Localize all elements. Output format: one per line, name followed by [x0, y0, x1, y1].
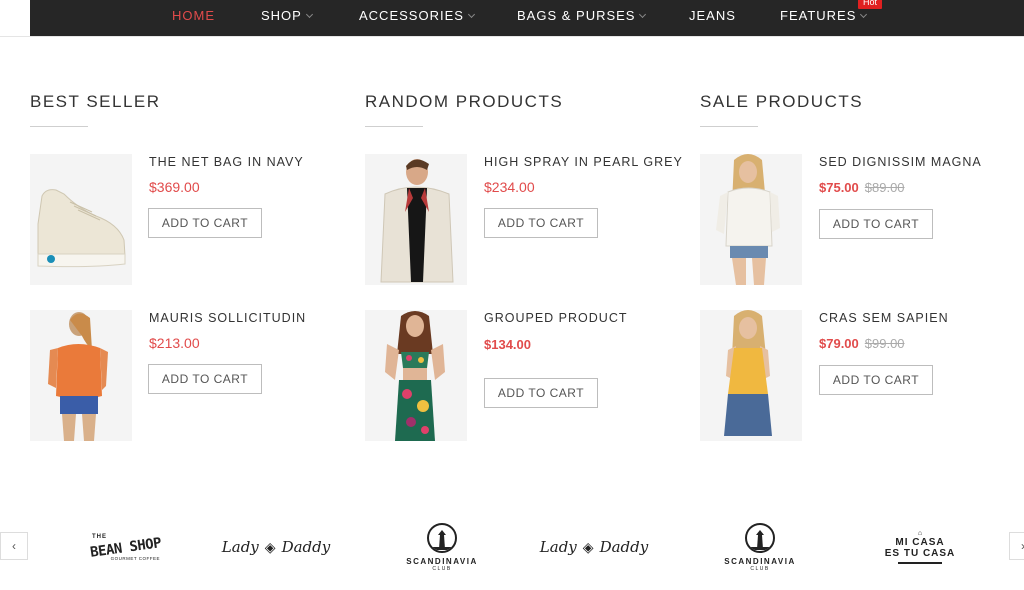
add-to-cart-button[interactable]: ADD TO CART — [148, 364, 262, 394]
product-name[interactable]: HIGH SPRAY IN PEARL GREY — [484, 155, 683, 169]
divider-line — [898, 562, 942, 564]
section-title-sale-products: SALE PRODUCTS — [700, 92, 864, 111]
nav-item-accessories[interactable]: ACCESSORIES — [359, 8, 475, 23]
main-nav: HOME SHOP ACCESSORIES BAGS & PURSES JEAN… — [30, 0, 1024, 36]
lighthouse-icon — [427, 522, 457, 553]
product-name[interactable]: MAURIS SOLLICITUDIN — [149, 311, 306, 325]
brand-logo-text: ES TU CASA — [884, 548, 956, 559]
chevron-down-icon — [860, 10, 868, 19]
section-divider — [700, 126, 758, 127]
product-price: $369.00 — [149, 179, 200, 195]
product-name[interactable]: GROUPED PRODUCT — [484, 311, 627, 325]
brand-logo-text: Daddy — [599, 538, 649, 556]
product-name[interactable]: THE NET BAG IN NAVY — [149, 155, 304, 169]
orange-top-image[interactable] — [30, 310, 132, 441]
house-icon: ⌂ — [917, 530, 923, 537]
chevron-down-icon — [305, 10, 313, 19]
section-divider — [365, 126, 423, 127]
product-name[interactable]: SED DIGNISSIM MAGNA — [819, 155, 982, 169]
nav-item-label: SHOP — [261, 8, 302, 23]
brand-logo-text: MI CASA — [895, 537, 945, 548]
add-to-cart-button[interactable]: ADD TO CART — [819, 209, 933, 239]
chevron-left-icon: ‹ — [12, 539, 16, 553]
brand-logo-text: SCANDINAVIA — [406, 556, 478, 566]
nav-item-jeans[interactable]: JEANS — [689, 8, 736, 23]
carousel-prev-button[interactable]: ‹ — [0, 532, 28, 560]
nav-item-shop[interactable]: SHOP — [261, 8, 313, 23]
section-divider — [30, 126, 88, 127]
add-to-cart-button[interactable]: ADD TO CART — [148, 208, 262, 238]
product-name[interactable]: CRAS SEM SAPIEN — [819, 311, 949, 325]
brand-logo-text: Lady — [221, 538, 259, 556]
chevron-down-icon — [467, 10, 475, 19]
product-price: $75.00 $89.00 — [819, 180, 905, 195]
old-price: $99.00 — [864, 336, 905, 351]
section-title-random-products: RANDOM PRODUCTS — [365, 92, 564, 111]
brand-logo-text: CLUB — [750, 565, 770, 572]
sneaker-image[interactable] — [30, 154, 132, 285]
lighthouse-icon — [745, 522, 775, 553]
old-price: $89.00 — [864, 180, 905, 195]
product-price: $213.00 — [149, 335, 200, 351]
corset-icon: ◈ — [582, 538, 594, 555]
brand-logo-lady-daddy[interactable]: Lady ◈ Daddy — [540, 532, 648, 562]
product-price: $134.00 — [484, 337, 531, 352]
nav-item-bags-purses[interactable]: BAGS & PURSES — [517, 8, 647, 23]
nav-item-home[interactable]: HOME — [172, 8, 215, 23]
brand-logo-bean-shop[interactable]: THE BEAN SHOP GOURMET COFFEE — [88, 524, 164, 570]
white-shirt-image[interactable] — [700, 154, 802, 285]
brand-logo-text: CLUB — [432, 565, 452, 572]
yellow-top-image[interactable] — [700, 310, 802, 441]
brand-logo-text: Daddy — [281, 538, 331, 556]
brand-logo-mi-casa[interactable]: ⌂ MI CASA ES TU CASA — [884, 518, 956, 576]
nav-item-label: FEATURES — [780, 8, 857, 23]
nav-divider — [0, 36, 1024, 37]
brand-logo-lady-daddy[interactable]: Lady ◈ Daddy — [222, 532, 330, 562]
nav-item-features[interactable]: FEATURES — [780, 8, 868, 23]
product-price: $79.00 $99.00 — [819, 336, 905, 351]
carousel-next-button[interactable]: › — [1009, 532, 1024, 560]
hot-badge: Hot — [858, 0, 883, 9]
brand-logo-scandinavia-club[interactable]: SCANDINAVIA CLUB — [714, 517, 806, 577]
chevron-down-icon — [639, 10, 647, 19]
section-title-best-seller: BEST SELLER — [30, 92, 161, 111]
nav-item-label: BAGS & PURSES — [517, 8, 636, 23]
sale-price: $79.00 — [819, 336, 859, 351]
brand-logo-scandinavia-club[interactable]: SCANDINAVIA CLUB — [396, 517, 488, 577]
jacket-man-image[interactable] — [365, 154, 467, 285]
add-to-cart-button[interactable]: ADD TO CART — [484, 378, 598, 408]
nav-item-label: ACCESSORIES — [359, 8, 464, 23]
brand-logo-text: Lady — [539, 538, 577, 556]
add-to-cart-button[interactable]: ADD TO CART — [484, 208, 598, 238]
sale-price: $75.00 — [819, 180, 859, 195]
corset-icon: ◈ — [264, 538, 276, 555]
floral-set-image[interactable] — [365, 310, 467, 441]
brand-logo-text: SCANDINAVIA — [724, 556, 796, 566]
brand-logo-text: THE — [92, 533, 107, 540]
product-price: $234.00 — [484, 179, 535, 195]
add-to-cart-button[interactable]: ADD TO CART — [819, 365, 933, 395]
